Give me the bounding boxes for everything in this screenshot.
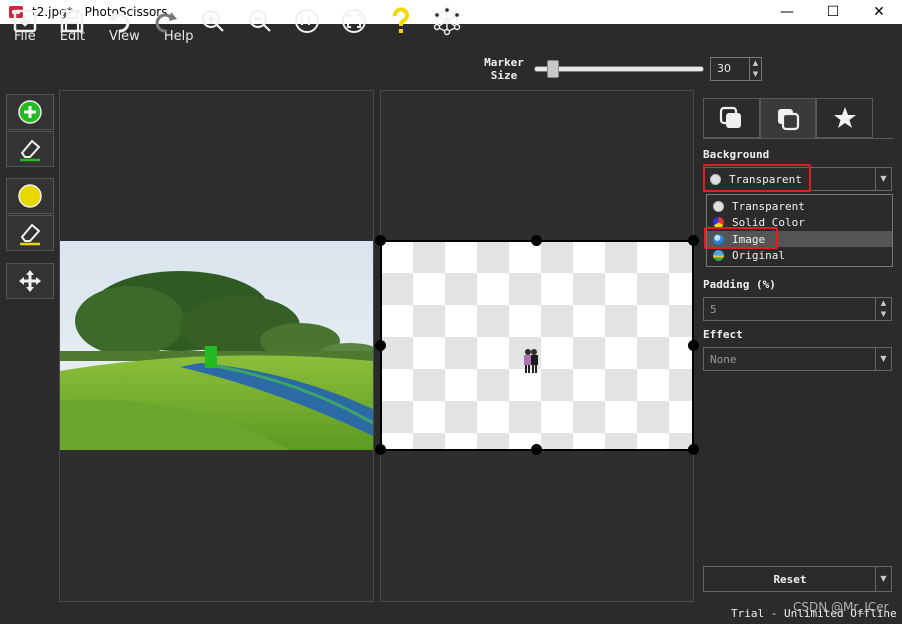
color-wheel-icon	[713, 216, 724, 228]
maximize-button[interactable]: ☐	[810, 0, 856, 24]
background-label: Background	[703, 148, 770, 161]
padding-spinbox[interactable]: 5 ▲ ▼	[703, 297, 892, 321]
effect-chevron-down-icon[interactable]: ▼	[875, 348, 891, 370]
save-icon	[60, 9, 84, 33]
add-foreground-marker-icon	[18, 100, 42, 124]
option-original-label: Original	[732, 248, 785, 262]
padding-spin-arrows[interactable]: ▲ ▼	[875, 298, 891, 320]
marker-size-slider-thumb[interactable]	[546, 60, 559, 78]
add-foreground-button[interactable]	[6, 94, 54, 130]
effect-select[interactable]: None ▼	[703, 347, 892, 371]
foreground-tab-icon	[720, 106, 742, 128]
effects-tab-icon	[833, 107, 856, 128]
erase-background-icon	[20, 223, 41, 246]
crop-handle-bottom[interactable]	[531, 444, 542, 455]
tab-background[interactable]	[759, 98, 817, 138]
zoom-out-icon	[248, 9, 271, 32]
actual-size-icon	[295, 9, 319, 33]
help-button[interactable]	[386, 6, 416, 36]
zoom-in-icon	[201, 9, 224, 32]
zoom-out-button[interactable]	[245, 6, 275, 36]
undo-button[interactable]	[104, 6, 134, 36]
reset-button[interactable]: Reset ▼	[703, 566, 892, 592]
padding-label: Padding (%)	[703, 278, 776, 291]
minimize-button[interactable]: —	[764, 0, 810, 24]
network-icon	[433, 6, 461, 36]
right-panel-tabs	[703, 98, 874, 138]
crop-handle-right[interactable]	[688, 340, 699, 351]
background-tab-icon	[778, 108, 800, 130]
tab-effects[interactable]	[816, 98, 874, 138]
tab-foreground[interactable]	[703, 98, 760, 138]
open-icon	[13, 9, 37, 33]
crop-handle-top[interactable]	[531, 235, 542, 246]
toolbar	[0, 48, 902, 90]
landscape-icon	[713, 249, 724, 261]
annotation-box-background-select	[703, 164, 811, 192]
tab-divider	[703, 138, 893, 139]
crop-handle-bottom-right[interactable]	[688, 444, 699, 455]
window-title: t2.jpg* - PhotoScissors	[32, 5, 168, 19]
spin-arrows[interactable]: ▲ ▼	[749, 58, 761, 80]
source-image[interactable]	[60, 241, 373, 450]
save-button[interactable]	[57, 6, 87, 36]
crop-handle-top-right[interactable]	[688, 235, 699, 246]
option-transparent-label: Transparent	[732, 199, 805, 213]
effect-label: Effect	[703, 328, 743, 341]
marker-size-spinbox[interactable]: 30 ▲ ▼	[710, 57, 762, 81]
zoom-in-button[interactable]	[198, 6, 228, 36]
crop-frame[interactable]	[380, 240, 694, 451]
fit-icon	[342, 9, 366, 33]
marker-size-label: Marker Size	[480, 56, 528, 82]
open-button[interactable]	[10, 6, 40, 36]
crop-handle-left[interactable]	[375, 340, 386, 351]
reset-button-label: Reset	[773, 573, 807, 586]
reset-chevron-down-icon[interactable]: ▼	[875, 567, 891, 591]
chevron-down-icon[interactable]: ▼	[875, 168, 891, 190]
erase-background-button[interactable]	[6, 215, 54, 251]
marker-size-label-line2: Size	[490, 69, 518, 82]
undo-icon	[108, 12, 130, 33]
erase-foreground-button[interactable]	[6, 131, 54, 167]
network-button[interactable]	[432, 6, 462, 36]
crop-handle-top-left[interactable]	[375, 235, 386, 246]
help-icon	[393, 7, 409, 33]
padding-value: 5	[710, 303, 717, 316]
actual-size-button[interactable]	[292, 6, 322, 36]
add-background-button[interactable]	[6, 178, 54, 214]
effect-value: None	[710, 353, 737, 366]
marker-size-label-line1: Marker	[484, 56, 524, 69]
option-transparent[interactable]: Transparent	[707, 198, 892, 214]
crop-handle-bottom-left[interactable]	[375, 444, 386, 455]
move-icon	[19, 270, 41, 292]
marker-size-value: 30	[717, 62, 731, 75]
fit-window-button[interactable]	[339, 6, 369, 36]
erase-foreground-icon	[20, 139, 41, 162]
move-button[interactable]	[6, 263, 54, 299]
marker-size-slider[interactable]	[534, 66, 704, 72]
close-button[interactable]: ✕	[856, 0, 902, 24]
option-original[interactable]: Original	[707, 247, 892, 263]
transparent-option-icon	[713, 200, 724, 212]
watermark: CSDN @Mr_ICer	[793, 600, 889, 614]
add-background-marker-icon	[18, 184, 42, 208]
annotation-box-image-option	[704, 227, 778, 249]
redo-icon	[155, 12, 177, 33]
redo-button[interactable]	[151, 6, 181, 36]
